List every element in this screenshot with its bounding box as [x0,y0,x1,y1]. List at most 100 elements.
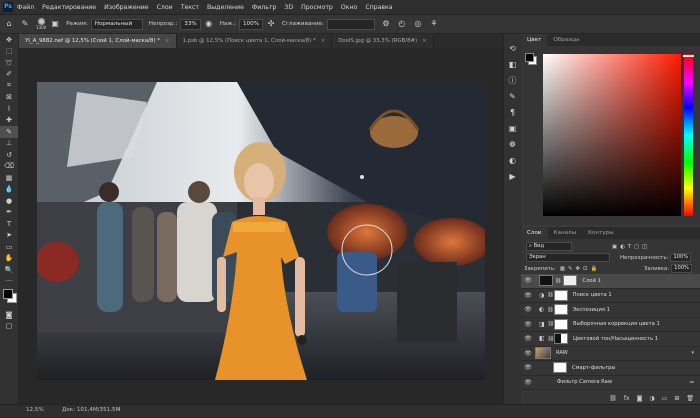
tab-paths[interactable]: Контуры [582,227,620,239]
pressure-opacity-icon[interactable]: ◉ [204,19,214,29]
opacity-input[interactable]: 33% [180,18,201,30]
marquee-tool-icon[interactable]: ⬚ [0,46,18,58]
screen-mode-icon[interactable]: ▢ [0,321,18,333]
tab-document-1[interactable]: YI_A_9882.nef @ 12,5% (Слой 1, Слой-маск… [19,34,177,48]
hue-slider-handle[interactable] [683,55,694,57]
layer-row[interactable]: 👁 ◨ ⛓ Выборочная коррекция цвета 1 [521,318,700,332]
pen-tool-icon[interactable]: ✒ [0,207,18,219]
add-mask-icon[interactable]: ◙ [637,395,643,402]
fx-icon[interactable]: fx [624,395,630,402]
history-panel-icon[interactable]: ⟲ [504,40,521,56]
quick-mask-icon[interactable]: ◙ [0,309,18,321]
tab-document-3[interactable]: DoolS.jpg @ 33,3% (RGB/8#) × [332,34,434,48]
eye-icon[interactable]: 👁 [521,379,535,386]
layer-filter-icons[interactable]: ▣◐T▢◫ [612,244,650,250]
pressure-size-icon[interactable]: ◎ [413,19,423,29]
crop-tool-icon[interactable]: ⌗ [0,80,18,92]
layer-row[interactable]: 👁 ◐ ⛓ Экспозиция 1 [521,303,700,318]
tab-layers[interactable]: Слои [521,227,548,239]
eye-icon[interactable]: 👁 [521,292,535,299]
brush-preset-picker[interactable]: 1300 [36,18,46,30]
smoothing-input[interactable] [326,18,375,30]
properties-panel-icon[interactable]: ▣ [504,120,521,136]
layer-mask-thumbnail[interactable] [553,289,568,301]
menu-select[interactable]: Выделение [207,4,244,11]
layer-row[interactable]: 👁 RAW ▾ [521,347,700,361]
mode-select[interactable]: Нормальный [90,18,143,30]
angle-icon[interactable]: ◴ [397,19,407,29]
menu-view[interactable]: Просмотр [301,4,333,11]
eye-icon[interactable]: 👁 [521,321,535,328]
blend-mode-select[interactable]: Экран [526,253,610,262]
eye-icon[interactable]: 👁 [521,350,535,357]
adjustments-panel-icon[interactable]: ◧ [504,56,521,72]
foreground-color-chip[interactable] [525,53,534,62]
quick-select-tool-icon[interactable]: ✐ [0,69,18,81]
lasso-tool-icon[interactable]: ➰ [0,57,18,69]
layer-mask-thumbnail[interactable] [563,275,578,287]
close-icon[interactable]: × [422,38,427,44]
brush-tool-icon[interactable]: ✎ [0,126,18,138]
layer-row[interactable]: 👁 ◧ ⛓ Цветовой тон/Насыщенность 1 [521,332,700,347]
tab-color[interactable]: Цвет [521,34,548,46]
tab-swatches[interactable]: Образцы [547,34,585,46]
learn-panel-icon[interactable]: ❁ [504,136,521,152]
blur-tool-icon[interactable]: 💧 [0,184,18,196]
brush-panel-icon[interactable]: ▣ [50,19,60,29]
type-tool-icon[interactable]: T [0,218,18,230]
actions-play-icon[interactable]: ▶ [504,168,521,184]
info-panel-icon[interactable]: ⓘ [504,72,521,88]
menu-filter[interactable]: Фильтр [252,4,276,11]
layer-mask-thumbnail[interactable] [554,318,569,330]
eye-icon[interactable]: 👁 [521,364,535,371]
menu-file[interactable]: Файл [17,4,34,11]
foreground-color-swatch[interactable] [3,289,13,299]
hue-slider[interactable] [684,54,693,216]
new-group-icon[interactable]: ▭ [662,395,668,402]
tab-channels[interactable]: Каналы [548,227,582,239]
menu-help[interactable]: Справка [365,4,392,11]
healing-brush-tool-icon[interactable]: ✚ [0,115,18,127]
move-tool-icon[interactable]: ✥ [0,34,18,46]
rectangle-tool-icon[interactable]: ▭ [0,241,18,253]
eye-icon[interactable]: 👁 [521,335,535,342]
document-canvas-image[interactable] [37,82,485,380]
link-layers-icon[interactable]: ⛓ [609,395,617,402]
tab-document-2[interactable]: 1.psb @ 12,5% (Поиск цвета 1, Слой-маска… [176,34,333,48]
eyedropper-tool-icon[interactable]: ⌇ [0,103,18,115]
menu-type[interactable]: Текст [181,4,199,11]
layer-opacity-input[interactable]: 100% [670,253,692,262]
color-field[interactable] [543,54,681,216]
layer-row[interactable]: 👁 Фильтр Camera Raw ⚌ [521,376,700,390]
new-layer-icon[interactable]: ⊞ [674,395,679,402]
smart-filter-mask-thumbnail[interactable] [553,362,567,374]
zoom-level[interactable]: 12,5% [26,407,44,413]
path-selection-tool-icon[interactable]: ➤ [0,230,18,242]
symmetry-icon[interactable]: ⚘ [429,19,439,29]
brush-tool-icon[interactable]: ✎ [20,19,30,29]
color-swatches[interactable] [0,287,18,309]
more-tools-icon[interactable]: ··· [0,276,18,288]
layer-filter-select[interactable]: ⌕ Вид [526,242,572,251]
libraries-panel-icon[interactable]: ◐ [504,152,521,168]
eye-icon[interactable]: 👁 [521,306,535,313]
hand-tool-icon[interactable]: ✋ [0,253,18,265]
trash-icon[interactable]: 🗑 [686,395,694,402]
layer-row[interactable]: 👁 ⛓ Слой 1 [521,274,700,289]
layer-mask-thumbnail[interactable] [553,304,568,316]
fill-input[interactable]: 100% [671,264,692,273]
settings-gear-icon[interactable]: ⚙ [381,19,391,29]
close-icon[interactable]: × [321,38,326,44]
clone-stamp-tool-icon[interactable]: ⊥ [0,138,18,150]
zoom-tool-icon[interactable]: 🔍 [0,264,18,276]
brush-settings-icon[interactable]: ✎ [504,88,521,104]
menu-3d[interactable]: 3D [284,4,293,11]
new-adjustment-icon[interactable]: ◑ [649,395,654,402]
eraser-tool-icon[interactable]: ⌫ [0,161,18,173]
frame-tool-icon[interactable]: ⊠ [0,92,18,104]
lock-icons[interactable]: ▦✎✥⊡🔒 [560,266,600,272]
dodge-tool-icon[interactable]: ● [0,195,18,207]
eye-icon[interactable]: 👁 [521,277,535,284]
menu-window[interactable]: Окно [341,4,357,11]
history-brush-tool-icon[interactable]: ↺ [0,149,18,161]
